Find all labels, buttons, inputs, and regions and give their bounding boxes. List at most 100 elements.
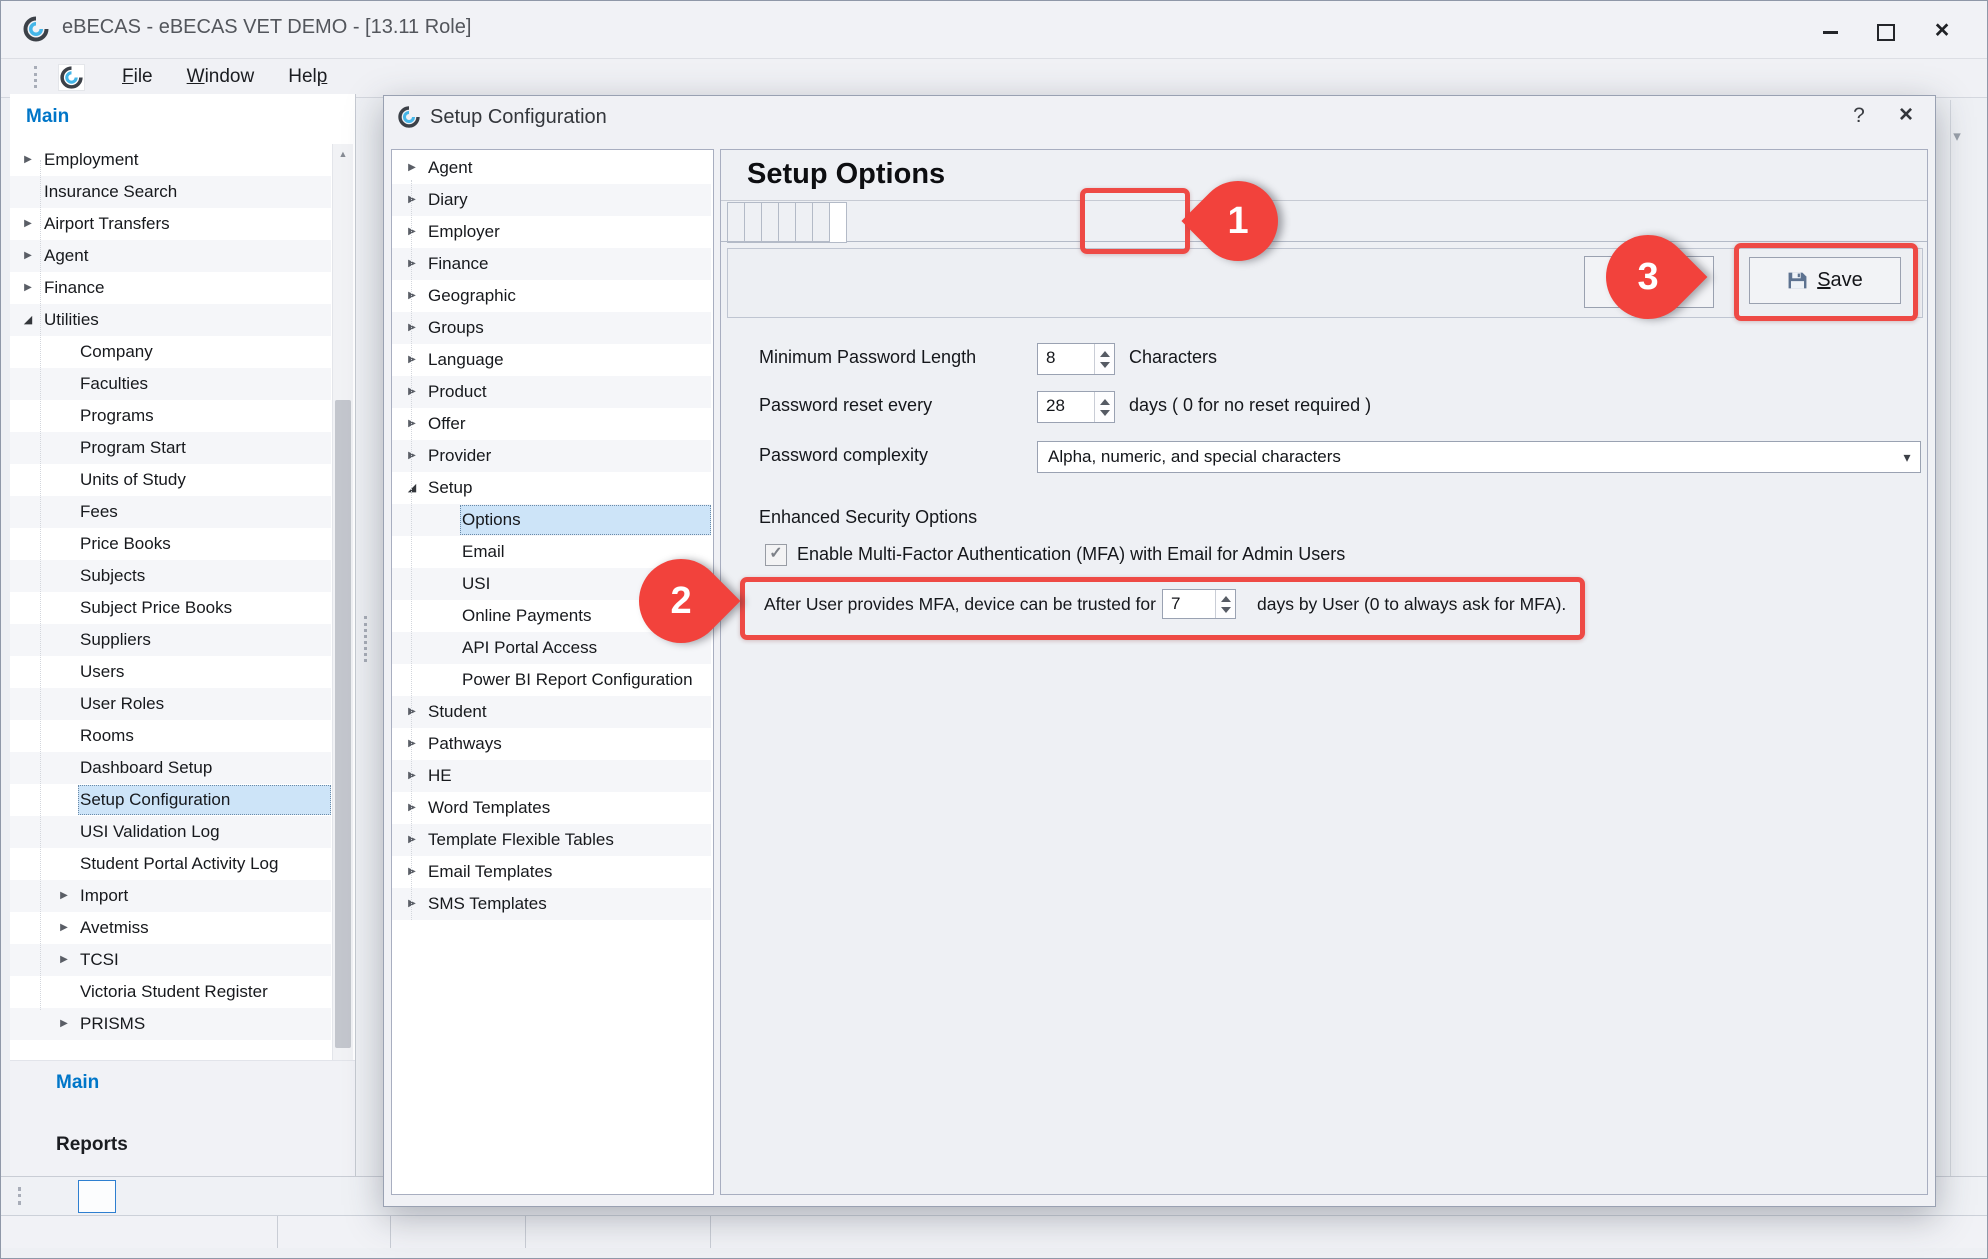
sidebar-tree-item[interactable]: Faculties	[10, 368, 331, 400]
sidebar-tree-item[interactable]: Rooms	[10, 720, 331, 752]
tree-expand-icon[interactable]: ▶	[404, 376, 420, 408]
dialog-tree-item[interactable]: ▶ Geographic	[392, 280, 711, 312]
spinner-arrows[interactable]	[1094, 344, 1114, 374]
dialog-tree-item[interactable]: ▶ Language	[392, 344, 711, 376]
sidebar-tree-item[interactable]: Insurance Search	[10, 176, 331, 208]
tree-expand-icon[interactable]: ▶	[56, 1008, 72, 1040]
sidebar-tree-item[interactable]: Dashboard Setup	[10, 752, 331, 784]
tree-expand-icon[interactable]: ◢	[404, 472, 420, 504]
sidebar-section-reports[interactable]: Reports	[56, 1134, 128, 1156]
dialog-tree-item[interactable]: ▶ Provider	[392, 440, 711, 472]
sidebar-tree-item[interactable]: Users	[10, 656, 331, 688]
tree-expand-icon[interactable]: ▶	[404, 248, 420, 280]
spin-down-icon[interactable]	[1100, 362, 1110, 368]
tree-expand-icon[interactable]: ▶	[404, 696, 420, 728]
sidebar-tree-item[interactable]: ▶ Agent	[10, 240, 331, 272]
options-tab[interactable]	[762, 202, 779, 243]
tree-expand-icon[interactable]: ▶	[404, 888, 420, 920]
sidebar-tree-item[interactable]: ▶ PRISMS	[10, 1008, 331, 1040]
splitter-grip[interactable]	[364, 616, 367, 662]
tree-expand-icon[interactable]: ▶	[404, 408, 420, 440]
options-tab[interactable]	[830, 202, 847, 243]
sidebar-tree-item[interactable]: ▶ Airport Transfers	[10, 208, 331, 240]
tree-expand-icon[interactable]: ▶	[20, 272, 36, 304]
min-password-length-input[interactable]: 8	[1037, 343, 1115, 375]
sidebar-tree-item[interactable]: ◢ Utilities	[10, 304, 331, 336]
tree-expand-icon[interactable]: ▶	[404, 280, 420, 312]
tree-expand-icon[interactable]: ▶	[404, 856, 420, 888]
sidebar-tree-item[interactable]: Victoria Student Register	[10, 976, 331, 1008]
options-tab[interactable]	[813, 202, 830, 243]
tree-expand-icon[interactable]: ▶	[20, 240, 36, 272]
spinner-arrows[interactable]	[1094, 392, 1114, 422]
mdi-menu-chevron[interactable]: ▾	[1944, 125, 1970, 147]
options-tab[interactable]	[745, 202, 762, 243]
dialog-close-button[interactable]: ×	[1889, 101, 1923, 129]
sidebar-tree-item[interactable]: Suppliers	[10, 624, 331, 656]
sidebar-tree-item[interactable]: USI Validation Log	[10, 816, 331, 848]
dialog-tree-item[interactable]: ◢ Setup	[392, 472, 711, 504]
menu-item[interactable]: File	[118, 66, 157, 88]
sidebar-tree-item[interactable]: ▶ Avetmiss	[10, 912, 331, 944]
spin-down-icon[interactable]	[1100, 410, 1110, 416]
options-tab[interactable]	[727, 202, 745, 243]
input-value[interactable]: 28	[1038, 392, 1094, 422]
tree-expand-icon[interactable]: ▶	[56, 880, 72, 912]
scrollbar-thumb[interactable]	[335, 400, 351, 1048]
tree-expand-icon[interactable]: ▶	[404, 152, 420, 184]
dialog-tree-item[interactable]: Power BI Report Configuration	[392, 664, 711, 696]
dialog-tree-item[interactable]: ▶ HE	[392, 760, 711, 792]
tree-expand-icon[interactable]: ▶	[56, 912, 72, 944]
tree-expand-icon[interactable]: ▶	[20, 144, 36, 176]
tree-expand-icon[interactable]: ▶	[404, 760, 420, 792]
options-tab[interactable]	[796, 202, 813, 243]
password-complexity-select[interactable]: Alpha, numeric, and special characters ▾	[1037, 441, 1921, 473]
tree-expand-icon[interactable]: ▶	[404, 216, 420, 248]
sidebar-tree-item[interactable]: Programs	[10, 400, 331, 432]
dialog-tree-item[interactable]: Options	[392, 504, 711, 536]
dialog-tree-item[interactable]: ▶ Employer	[392, 216, 711, 248]
tree-expand-icon[interactable]: ▶	[404, 184, 420, 216]
sidebar-tree-item[interactable]: Units of Study	[10, 464, 331, 496]
dialog-tree-item[interactable]: ▶ Student	[392, 696, 711, 728]
dialog-tree-item[interactable]: ▶ SMS Templates	[392, 888, 711, 920]
dialog-tree-item[interactable]: ▶ Diary	[392, 184, 711, 216]
sidebar-scrollbar[interactable]: ▲ ▼	[332, 144, 353, 1116]
dialog-tree-item[interactable]: ▶ Finance	[392, 248, 711, 280]
help-button[interactable]: ?	[1844, 104, 1874, 128]
tree-expand-icon[interactable]: ▶	[404, 440, 420, 472]
document-tab[interactable]	[126, 1180, 164, 1213]
tree-expand-icon[interactable]: ▶	[404, 344, 420, 376]
spin-up-icon[interactable]	[1100, 351, 1110, 357]
password-reset-input[interactable]: 28	[1037, 391, 1115, 423]
dialog-tree-item[interactable]: ▶ Pathways	[392, 728, 711, 760]
scroll-up-icon[interactable]: ▲	[333, 144, 353, 164]
dialog-tree-item[interactable]: ▶ Template Flexible Tables	[392, 824, 711, 856]
minimize-button[interactable]	[1808, 18, 1852, 46]
tree-expand-icon[interactable]: ▶	[404, 728, 420, 760]
tree-expand-icon[interactable]: ▶	[404, 312, 420, 344]
close-button[interactable]: ×	[1920, 16, 1964, 44]
sidebar-tree-item[interactable]: ▶ Finance	[10, 272, 331, 304]
dialog-tree-item[interactable]: ▶ Email Templates	[392, 856, 711, 888]
menu-item[interactable]: Window	[183, 66, 259, 88]
spin-up-icon[interactable]	[1100, 399, 1110, 405]
sidebar-tree-item[interactable]: Subjects	[10, 560, 331, 592]
sidebar-section-main[interactable]: Main	[56, 1072, 99, 1094]
maximize-button[interactable]	[1864, 18, 1908, 46]
tree-expand-icon[interactable]: ▶	[56, 944, 72, 976]
tree-expand-icon[interactable]: ▶	[20, 208, 36, 240]
chevron-down-icon[interactable]: ▾	[1894, 449, 1920, 466]
sidebar-tree-item[interactable]: Setup Configuration	[10, 784, 331, 816]
sidebar-tree-item[interactable]: Subject Price Books	[10, 592, 331, 624]
sidebar-tree-item[interactable]: Company	[10, 336, 331, 368]
dialog-tree-item[interactable]: ▶ Product	[392, 376, 711, 408]
dialog-tree-item[interactable]: ▶ Groups	[392, 312, 711, 344]
menu-item[interactable]: Help	[284, 66, 331, 88]
sidebar-tree-item[interactable]: User Roles	[10, 688, 331, 720]
sidebar-tree-item[interactable]: Price Books	[10, 528, 331, 560]
tree-expand-icon[interactable]: ◢	[20, 304, 36, 336]
options-tab[interactable]	[779, 202, 796, 243]
dialog-tree-item[interactable]: ▶ Word Templates	[392, 792, 711, 824]
dialog-tree-item[interactable]: ▶ Offer	[392, 408, 711, 440]
